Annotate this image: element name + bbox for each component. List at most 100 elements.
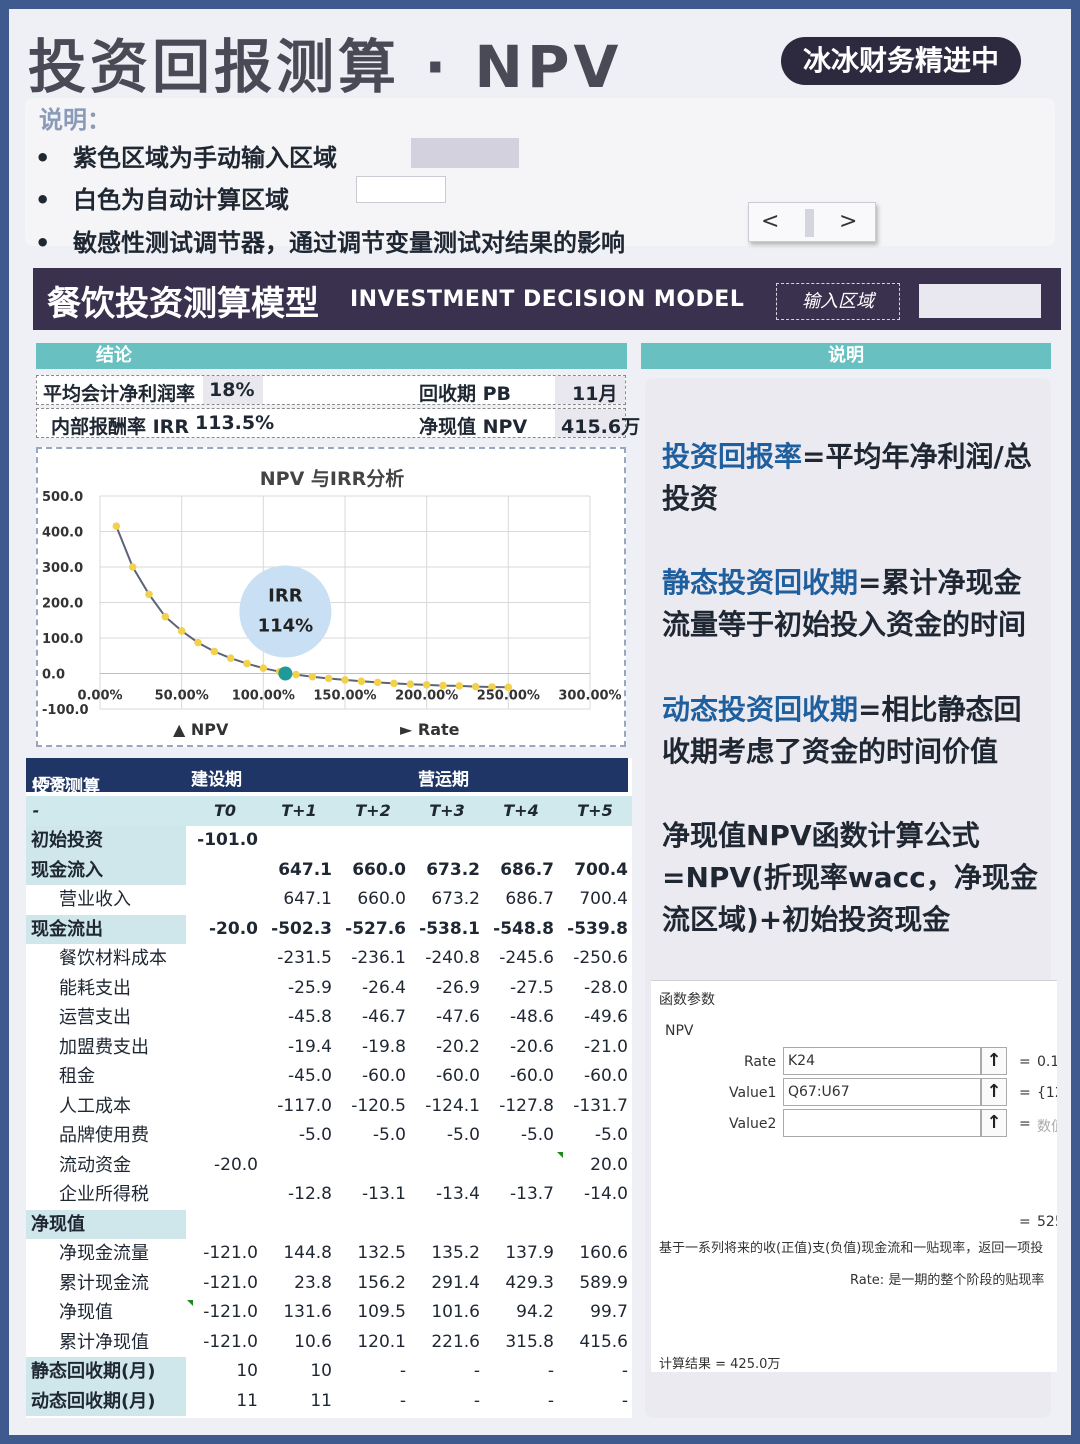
table-cell[interactable]: 23.8 xyxy=(262,1269,332,1298)
table-cell[interactable]: -120.5 xyxy=(336,1092,406,1121)
table-cell[interactable]: 589.9 xyxy=(558,1269,628,1298)
table-cell[interactable]: 10 xyxy=(188,1357,258,1386)
table-cell[interactable]: -245.6 xyxy=(484,944,554,973)
table-cell[interactable]: 131.6 xyxy=(262,1298,332,1327)
table-cell[interactable]: 221.6 xyxy=(410,1328,480,1357)
value1-collapse-button[interactable]: ↑ xyxy=(981,1078,1007,1106)
table-cell[interactable]: - xyxy=(410,1357,480,1386)
table-cell[interactable]: -5.0 xyxy=(410,1121,480,1150)
table-cell[interactable]: -538.1 xyxy=(410,915,480,944)
table-cell[interactable]: 144.8 xyxy=(262,1239,332,1268)
table-cell[interactable]: 20.0 xyxy=(558,1151,628,1180)
table-cell[interactable]: -20.0 xyxy=(188,1151,258,1180)
table-cell[interactable]: -124.1 xyxy=(410,1092,480,1121)
table-cell[interactable]: -5.0 xyxy=(262,1121,332,1150)
rate-input[interactable]: K24 xyxy=(783,1047,981,1075)
table-cell[interactable]: -45.8 xyxy=(262,1003,332,1032)
sensitivity-scrollbar[interactable]: < > xyxy=(748,202,876,242)
table-cell[interactable]: -121.0 xyxy=(188,1239,258,1268)
table-cell[interactable]: -46.7 xyxy=(336,1003,406,1032)
table-cell[interactable]: -117.0 xyxy=(262,1092,332,1121)
scroll-right-button[interactable]: > xyxy=(839,209,857,234)
table-cell[interactable]: - xyxy=(558,1357,628,1386)
table-cell[interactable]: -539.8 xyxy=(558,915,628,944)
table-cell[interactable]: - xyxy=(336,1387,406,1416)
table-cell[interactable]: -60.0 xyxy=(410,1062,480,1091)
scroll-thumb[interactable] xyxy=(805,209,814,237)
table-cell[interactable]: 132.5 xyxy=(336,1239,406,1268)
table-cell[interactable]: 660.0 xyxy=(336,885,406,914)
table-cell[interactable]: 673.2 xyxy=(410,885,480,914)
value2-collapse-button[interactable]: ↑ xyxy=(981,1109,1007,1137)
table-cell[interactable]: - xyxy=(484,1387,554,1416)
table-cell[interactable]: -27.5 xyxy=(484,974,554,1003)
table-cell[interactable]: 135.2 xyxy=(410,1239,480,1268)
table-cell[interactable]: -250.6 xyxy=(558,944,628,973)
table-cell[interactable]: -236.1 xyxy=(336,944,406,973)
table-cell[interactable]: -20.6 xyxy=(484,1033,554,1062)
table-cell[interactable]: -121.0 xyxy=(188,1269,258,1298)
table-cell[interactable]: -127.8 xyxy=(484,1092,554,1121)
table-cell[interactable]: -19.8 xyxy=(336,1033,406,1062)
table-cell[interactable]: -121.0 xyxy=(188,1328,258,1357)
table-cell[interactable]: -48.6 xyxy=(484,1003,554,1032)
table-cell[interactable]: -231.5 xyxy=(262,944,332,973)
table-cell[interactable]: -60.0 xyxy=(484,1062,554,1091)
table-cell[interactable]: - xyxy=(410,1387,480,1416)
table-cell[interactable]: 429.3 xyxy=(484,1269,554,1298)
table-cell[interactable]: -121.0 xyxy=(188,1298,258,1327)
table-cell[interactable]: 647.1 xyxy=(262,885,332,914)
table-cell[interactable]: -13.4 xyxy=(410,1180,480,1209)
table-cell[interactable]: -101.0 xyxy=(188,826,258,855)
table-cell[interactable]: 700.4 xyxy=(558,885,628,914)
table-cell[interactable]: 99.7 xyxy=(558,1298,628,1327)
table-cell[interactable]: -20.2 xyxy=(410,1033,480,1062)
table-cell[interactable]: -502.3 xyxy=(262,915,332,944)
table-cell[interactable]: - xyxy=(484,1357,554,1386)
table-cell[interactable]: 415.6 xyxy=(558,1328,628,1357)
table-cell[interactable]: 291.4 xyxy=(410,1269,480,1298)
table-cell[interactable]: -12.8 xyxy=(262,1180,332,1209)
table-cell[interactable]: 137.9 xyxy=(484,1239,554,1268)
table-cell[interactable]: 101.6 xyxy=(410,1298,480,1327)
table-cell[interactable]: 160.6 xyxy=(558,1239,628,1268)
table-cell[interactable]: -13.7 xyxy=(484,1180,554,1209)
table-cell[interactable]: 94.2 xyxy=(484,1298,554,1327)
table-cell[interactable]: 660.0 xyxy=(336,856,406,885)
rate-collapse-button[interactable]: ↑ xyxy=(981,1047,1007,1075)
table-cell[interactable]: -26.9 xyxy=(410,974,480,1003)
table-cell[interactable]: 686.7 xyxy=(484,856,554,885)
table-cell[interactable]: -548.8 xyxy=(484,915,554,944)
table-cell[interactable]: -14.0 xyxy=(558,1180,628,1209)
table-cell[interactable]: 120.1 xyxy=(336,1328,406,1357)
table-cell[interactable]: -25.9 xyxy=(262,974,332,1003)
table-cell[interactable]: -20.0 xyxy=(188,915,258,944)
table-cell[interactable]: -131.7 xyxy=(558,1092,628,1121)
table-cell[interactable]: -26.4 xyxy=(336,974,406,1003)
table-cell[interactable]: 10 xyxy=(262,1357,332,1386)
value2-input[interactable] xyxy=(783,1109,981,1137)
table-cell[interactable]: 315.8 xyxy=(484,1328,554,1357)
table-cell[interactable]: -5.0 xyxy=(558,1121,628,1150)
table-cell[interactable]: -49.6 xyxy=(558,1003,628,1032)
table-cell[interactable]: -13.1 xyxy=(336,1180,406,1209)
table-cell[interactable]: 11 xyxy=(188,1387,258,1416)
table-cell[interactable]: -45.0 xyxy=(262,1062,332,1091)
table-cell[interactable]: -5.0 xyxy=(336,1121,406,1150)
table-cell[interactable]: 700.4 xyxy=(558,856,628,885)
table-cell[interactable]: 647.1 xyxy=(262,856,332,885)
table-cell[interactable]: -5.0 xyxy=(484,1121,554,1150)
table-cell[interactable]: -240.8 xyxy=(410,944,480,973)
table-cell[interactable]: 686.7 xyxy=(484,885,554,914)
table-cell[interactable]: -21.0 xyxy=(558,1033,628,1062)
table-cell[interactable]: 156.2 xyxy=(336,1269,406,1298)
table-cell[interactable]: -60.0 xyxy=(558,1062,628,1091)
table-cell[interactable]: -527.6 xyxy=(336,915,406,944)
table-cell[interactable]: 10.6 xyxy=(262,1328,332,1357)
table-cell[interactable]: -47.6 xyxy=(410,1003,480,1032)
table-cell[interactable]: 109.5 xyxy=(336,1298,406,1327)
table-cell[interactable]: 11 xyxy=(262,1387,332,1416)
table-cell[interactable]: 673.2 xyxy=(410,856,480,885)
table-cell[interactable]: -28.0 xyxy=(558,974,628,1003)
table-cell[interactable]: -19.4 xyxy=(262,1033,332,1062)
